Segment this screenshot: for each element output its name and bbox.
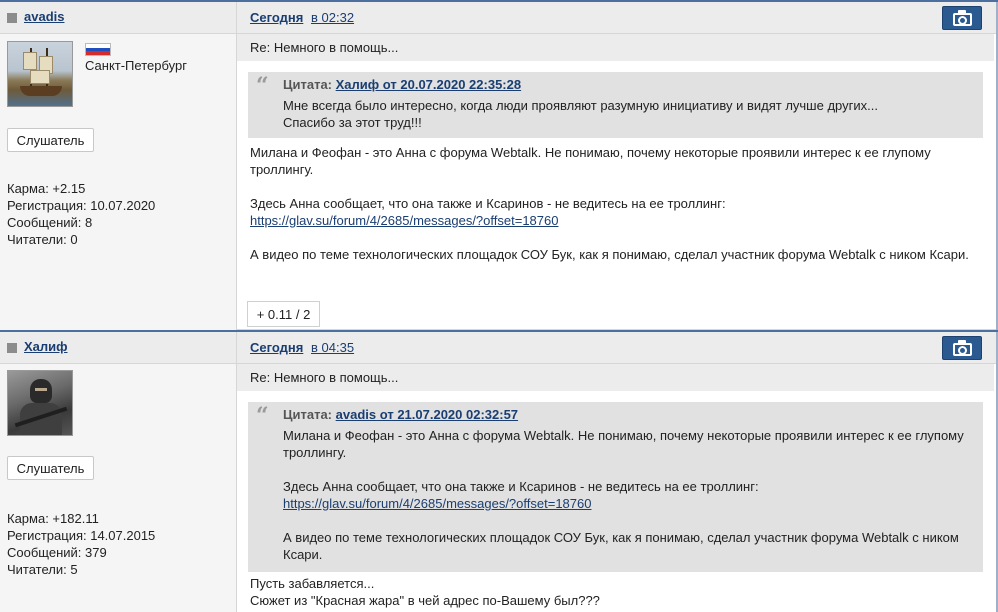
post-body: Re: Немного в помощь... “ Цитата: avadis… (237, 364, 996, 612)
author-stats: Карма: +2.15 Регистрация: 10.07.2020 Соо… (7, 180, 155, 248)
post-header: Сегодня в 04:35 (237, 332, 996, 364)
camera-button[interactable] (942, 336, 982, 360)
camera-button[interactable] (942, 6, 982, 30)
post-time-link[interactable]: в 04:35 (311, 340, 354, 355)
author-name-link[interactable]: Халиф (24, 339, 68, 354)
russia-flag-icon (85, 43, 111, 56)
quote-header: Цитата: Халиф от 20.07.2020 22:35:28 (283, 77, 522, 92)
quote-author-link[interactable]: Халиф от 20.07.2020 22:35:28 (336, 77, 521, 92)
rating-box[interactable]: + 0.11 / 2 (247, 301, 320, 327)
rank-button[interactable]: Слушатель (7, 128, 94, 152)
post-time-link[interactable]: в 02:32 (311, 10, 354, 25)
post-paragraph: Милана и Феофан - это Анна с форума Webt… (250, 145, 931, 177)
messages-stat: Сообщений: 379 (7, 545, 107, 560)
post-paragraph: Здесь Анна сообщает, что она также и Кса… (250, 196, 726, 211)
karma-stat: Карма: +2.15 (7, 181, 86, 196)
ship-avatar[interactable] (7, 41, 73, 107)
post-date-link[interactable]: Сегодня (250, 10, 303, 25)
registration-stat: Регистрация: 10.07.2020 (7, 198, 156, 213)
post-header: Сегодня в 02:32 (237, 2, 996, 34)
quote-text: Милана и Феофан - это Анна с форума Webt… (283, 428, 964, 562)
author-header: avadis (0, 2, 237, 34)
quote-header: Цитата: avadis от 21.07.2020 02:32:57 (283, 407, 519, 422)
post-date-link[interactable]: Сегодня (250, 340, 303, 355)
post-content: Пусть забавляется... Сюжет из "Красная ж… (250, 575, 990, 609)
author-name-link[interactable]: avadis (24, 9, 64, 24)
readers-stat: Читатели: 0 (7, 232, 78, 247)
forum-link[interactable]: https://glav.su/forum/4/2685/messages/?o… (283, 496, 591, 511)
post-2: Халиф Сегодня в 04:35 Слушатель Карма: +… (0, 330, 998, 612)
readers-stat: Читатели: 5 (7, 562, 78, 577)
author-header: Халиф (0, 332, 237, 364)
forum-link[interactable]: https://glav.su/forum/4/2685/messages/?o… (250, 213, 558, 228)
registration-stat: Регистрация: 14.07.2015 (7, 528, 156, 543)
post-subject: Re: Немного в помощь... (237, 364, 994, 391)
quote-author-link[interactable]: avadis от 21.07.2020 02:32:57 (336, 407, 518, 422)
quote-icon: “ (256, 403, 269, 429)
author-location: Санкт-Петербург (85, 58, 187, 73)
post-1: avadis Сегодня в 02:32 Санкт-Петербург С… (0, 0, 998, 330)
post-paragraph: Пусть забавляется... (250, 576, 375, 591)
status-square-icon (7, 13, 17, 23)
quote-icon: “ (256, 73, 269, 99)
post-subject: Re: Немного в помощь... (237, 34, 994, 61)
post-body: Re: Немного в помощь... “ Цитата: Халиф … (237, 34, 996, 330)
quote-block: “ Цитата: avadis от 21.07.2020 02:32:57 … (248, 402, 983, 572)
author-panel: Слушатель Карма: +182.11 Регистрация: 14… (0, 364, 237, 612)
quote-text: Мне всегда было интересно, когда люди пр… (283, 98, 878, 130)
author-panel: Санкт-Петербург Слушатель Карма: +2.15 Р… (0, 34, 237, 330)
post-content: Милана и Феофан - это Анна с форума Webt… (250, 144, 990, 263)
post-paragraph: А видео по теме технологических площадок… (250, 247, 969, 262)
author-stats: Карма: +182.11 Регистрация: 14.07.2015 С… (7, 510, 155, 578)
post-paragraph: Сюжет из "Красная жара" в чей адрес по-В… (250, 593, 600, 608)
status-square-icon (7, 343, 17, 353)
karma-stat: Карма: +182.11 (7, 511, 99, 526)
messages-stat: Сообщений: 8 (7, 215, 93, 230)
soldier-avatar[interactable] (7, 370, 73, 436)
quote-block: “ Цитата: Халиф от 20.07.2020 22:35:28 М… (248, 72, 983, 138)
rank-button[interactable]: Слушатель (7, 456, 94, 480)
